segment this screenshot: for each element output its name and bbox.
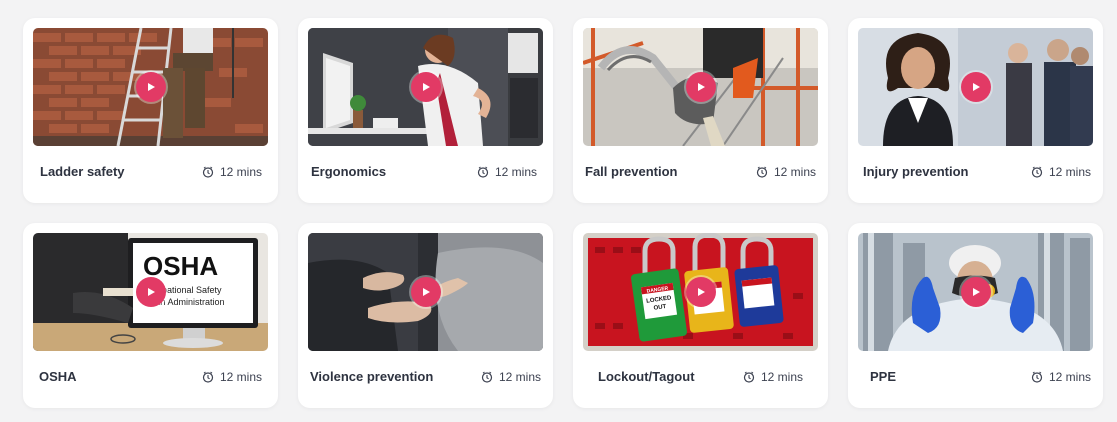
duration-label: 12 mins: [219, 165, 262, 179]
clock-icon: [202, 166, 214, 178]
course-thumbnail[interactable]: OSHA ccupational Safety alth Administrat…: [33, 233, 268, 351]
course-grid: Ladder safety 12 mins Ergonomics 12 mins…: [23, 18, 1103, 408]
course-card-ppe[interactable]: PPE 12 mins: [848, 223, 1103, 408]
course-duration: 12 mins: [1031, 165, 1091, 179]
duration-label: 12 mins: [219, 370, 262, 384]
course-card-ladder-safety[interactable]: Ladder safety 12 mins: [23, 18, 278, 203]
clock-icon: [1031, 166, 1043, 178]
clock-icon: [477, 166, 489, 178]
play-icon: [973, 83, 980, 91]
play-button[interactable]: [960, 277, 991, 307]
play-icon: [148, 288, 155, 296]
course-thumbnail[interactable]: [308, 233, 543, 351]
play-button[interactable]: [135, 277, 166, 307]
play-icon: [423, 83, 430, 91]
course-duration: 12 mins: [202, 165, 262, 179]
clock-icon: [1031, 371, 1043, 383]
course-title: Fall prevention: [585, 164, 678, 179]
play-button[interactable]: [135, 72, 166, 102]
course-title: Ergonomics: [311, 164, 387, 179]
course-thumbnail[interactable]: [308, 28, 543, 146]
course-thumbnail[interactable]: DANGER LOCKED OUT: [583, 233, 818, 351]
play-button[interactable]: [685, 277, 716, 307]
clock-icon: [756, 166, 768, 178]
duration-label: 12 mins: [494, 165, 537, 179]
course-title: Ladder safety: [40, 164, 125, 179]
course-duration: 12 mins: [481, 370, 541, 384]
course-duration: 12 mins: [1031, 370, 1091, 384]
course-thumbnail[interactable]: [33, 28, 268, 146]
duration-label: 12 mins: [760, 370, 803, 384]
course-card-osha[interactable]: OSHA ccupational Safety alth Administrat…: [23, 223, 278, 408]
course-title: OSHA: [39, 369, 77, 384]
play-icon: [698, 83, 705, 91]
duration-label: 12 mins: [773, 165, 816, 179]
clock-icon: [202, 371, 214, 383]
course-card-ergonomics[interactable]: Ergonomics 12 mins: [298, 18, 553, 203]
course-duration: 12 mins: [477, 165, 537, 179]
course-card-lockout-tagout[interactable]: DANGER LOCKED OUT Lockout/Tagout 12 mins: [573, 223, 828, 408]
play-button[interactable]: [410, 277, 441, 307]
play-icon: [148, 83, 155, 91]
course-title: Violence prevention: [310, 369, 434, 384]
course-card-violence-prevention[interactable]: Violence prevention 12 mins: [298, 223, 553, 408]
course-title: Lockout/Tagout: [598, 369, 695, 384]
play-icon: [423, 288, 430, 296]
course-thumbnail[interactable]: [583, 28, 818, 146]
course-title: PPE: [870, 369, 897, 384]
course-card-fall-prevention[interactable]: Fall prevention 12 mins: [573, 18, 828, 203]
course-thumbnail[interactable]: [858, 233, 1093, 351]
play-button[interactable]: [960, 72, 991, 102]
play-icon: [973, 288, 980, 296]
duration-label: 12 mins: [1048, 165, 1091, 179]
course-thumbnail[interactable]: [858, 28, 1093, 146]
play-button[interactable]: [410, 72, 441, 102]
course-duration: 12 mins: [756, 165, 816, 179]
course-title: Injury prevention: [863, 164, 969, 179]
clock-icon: [743, 371, 755, 383]
course-card-injury-prevention[interactable]: Injury prevention 12 mins: [848, 18, 1103, 203]
duration-label: 12 mins: [498, 370, 541, 384]
clock-icon: [481, 371, 493, 383]
course-duration: 12 mins: [743, 370, 803, 384]
play-icon: [698, 288, 705, 296]
course-duration: 12 mins: [202, 370, 262, 384]
duration-label: 12 mins: [1048, 370, 1091, 384]
play-button[interactable]: [685, 72, 716, 102]
